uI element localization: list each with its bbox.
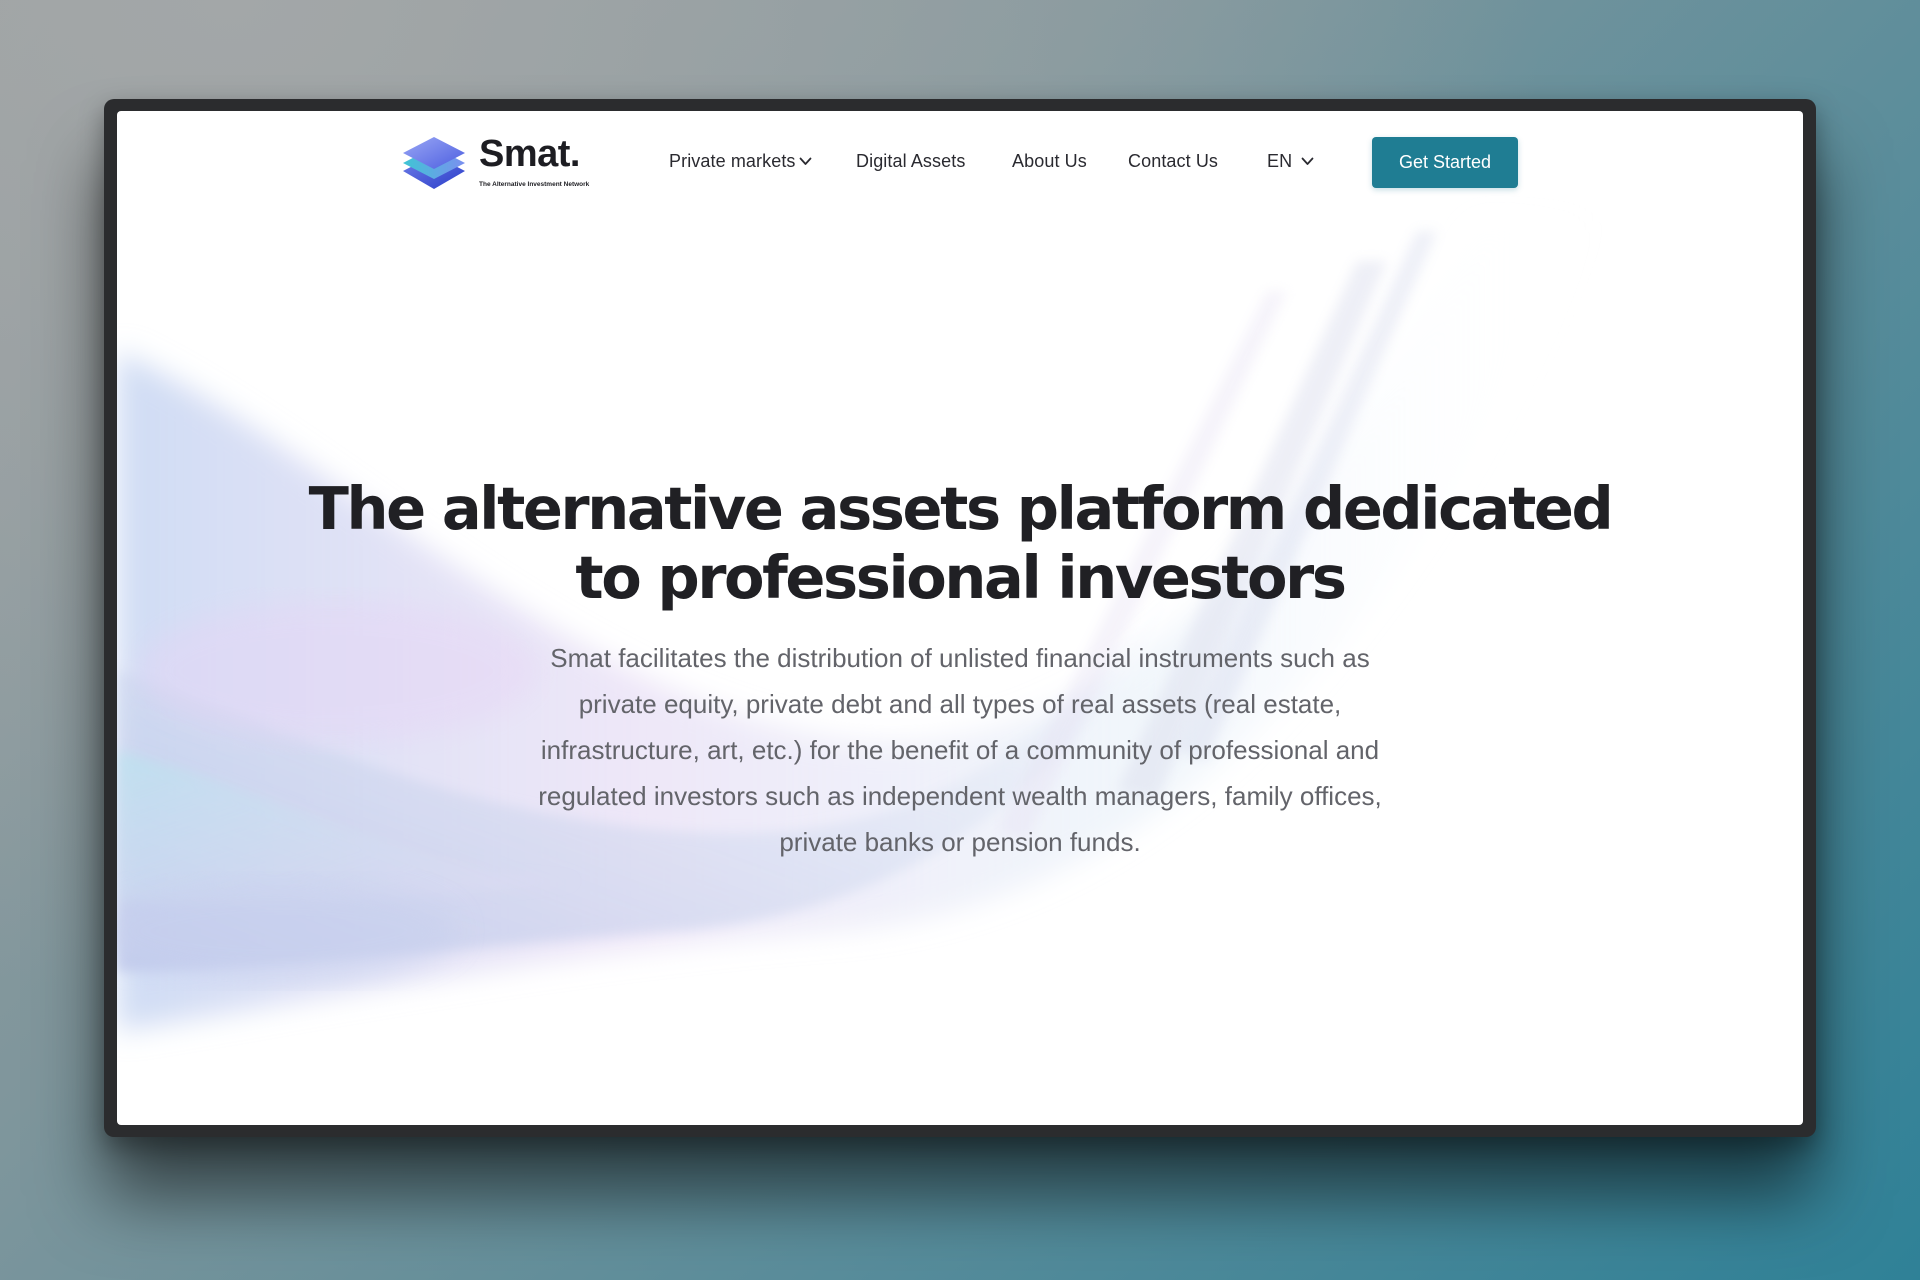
nav-item-private-markets[interactable]: Private markets bbox=[669, 151, 812, 173]
nav-item-about-us[interactable]: About Us bbox=[1012, 151, 1087, 172]
nav-item-label: About Us bbox=[1012, 151, 1087, 171]
hero-description: Smat facilitates the distribution of unl… bbox=[538, 643, 1382, 857]
browser-screen: Smat. The Alternative Investment Network… bbox=[117, 111, 1803, 1125]
nav-item-label: Contact Us bbox=[1128, 151, 1219, 171]
get-started-button[interactable]: Get Started bbox=[1372, 137, 1518, 188]
hero-title-line-1: The alternative assets platform dedicate… bbox=[308, 474, 1614, 543]
top-nav: Smat. The Alternative Investment Network… bbox=[117, 111, 1803, 221]
brand-name: Smat. bbox=[479, 133, 580, 175]
nav-item-label: Digital Assets bbox=[856, 151, 966, 171]
nav-item-digital-assets[interactable]: Digital Assets bbox=[856, 151, 965, 172]
layered-diamond-icon bbox=[403, 137, 465, 189]
chevron-down-icon bbox=[1301, 150, 1314, 171]
language-selector[interactable]: EN bbox=[1267, 151, 1314, 173]
nav-item-contact-us[interactable]: Contact Us bbox=[1128, 151, 1218, 172]
brand-tagline: The Alternative Investment Network bbox=[479, 181, 590, 188]
hero-title-line-2: to professional investors bbox=[575, 543, 1347, 612]
brand-logo[interactable]: Smat. The Alternative Investment Network bbox=[401, 133, 616, 195]
hero-title: The alternative assets platform dedicate… bbox=[260, 474, 1660, 612]
language-label: EN bbox=[1267, 151, 1293, 171]
background-swoosh bbox=[117, 221, 1597, 1031]
chevron-down-icon bbox=[799, 150, 812, 171]
nav-item-label: Private markets bbox=[669, 151, 796, 171]
